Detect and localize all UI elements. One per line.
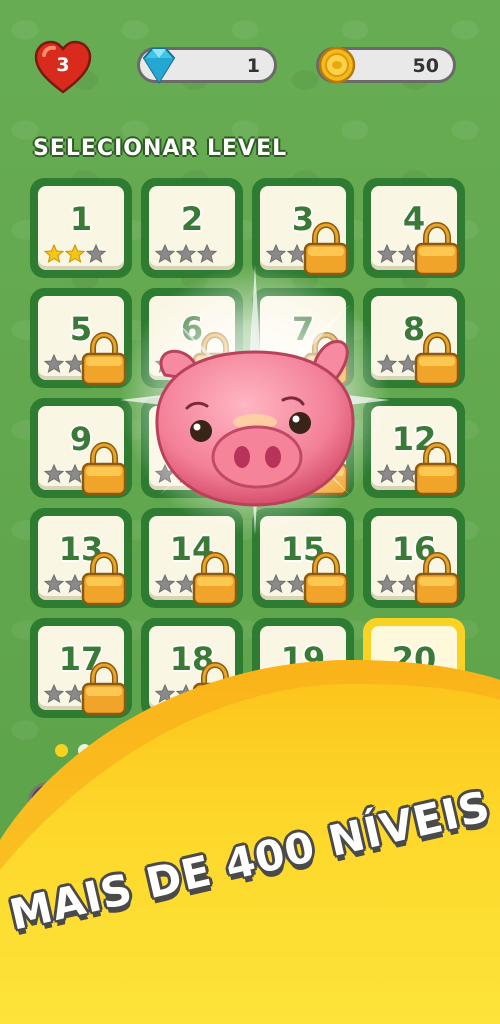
star-icon <box>86 244 106 264</box>
star-icon <box>65 244 85 264</box>
level-tile-card: 13 <box>38 516 127 606</box>
level-tile-card: 3 <box>260 186 349 276</box>
level-tile[interactable]: 3 <box>252 178 354 278</box>
level-stars <box>155 244 217 266</box>
star-icon <box>176 244 196 264</box>
lock-icon <box>192 552 238 606</box>
level-stars <box>44 244 106 266</box>
level-tile[interactable]: 2 <box>141 178 243 278</box>
star-icon <box>44 464 64 484</box>
coin-icon <box>318 46 356 84</box>
level-tile-card: 1 <box>38 186 124 270</box>
lives-counter[interactable]: 3 <box>34 40 92 94</box>
lock-icon <box>81 552 127 606</box>
level-tile-card: 9 <box>38 406 127 496</box>
star-icon <box>44 244 64 264</box>
gems-counter[interactable]: 1 <box>137 47 277 84</box>
star-icon <box>266 574 286 594</box>
level-tile-card: 5 <box>38 296 127 386</box>
star-icon <box>266 244 286 264</box>
level-tile[interactable]: 1 <box>30 178 132 278</box>
star-icon <box>377 244 397 264</box>
level-number: 2 <box>180 200 204 238</box>
star-icon <box>377 574 397 594</box>
gems-value: 1 <box>246 55 260 77</box>
coins-value: 50 <box>412 55 439 77</box>
lives-count: 3 <box>56 54 70 76</box>
page-title: SELECIONAR LEVEL <box>33 136 288 161</box>
coins-counter[interactable]: 50 <box>316 46 456 84</box>
level-tile-card: 2 <box>149 186 235 270</box>
level-tile[interactable]: 5 <box>30 288 132 388</box>
top-bar: 3 1 50 <box>0 38 500 98</box>
level-tile[interactable]: 4 <box>363 178 465 278</box>
level-tile[interactable]: 9 <box>30 398 132 498</box>
lock-icon <box>303 552 349 606</box>
lock-icon <box>414 332 460 386</box>
star-icon <box>155 574 175 594</box>
level-number: 1 <box>69 200 93 238</box>
star-icon <box>155 244 175 264</box>
level-tile-card: 4 <box>371 186 460 276</box>
star-icon <box>44 354 64 374</box>
lock-icon <box>414 552 460 606</box>
lock-icon <box>414 442 460 496</box>
level-tile[interactable]: 13 <box>30 508 132 608</box>
star-icon <box>44 574 64 594</box>
pig-mascot <box>155 340 355 507</box>
diamond-icon <box>142 48 176 84</box>
star-icon <box>197 244 217 264</box>
lock-icon <box>414 222 460 276</box>
